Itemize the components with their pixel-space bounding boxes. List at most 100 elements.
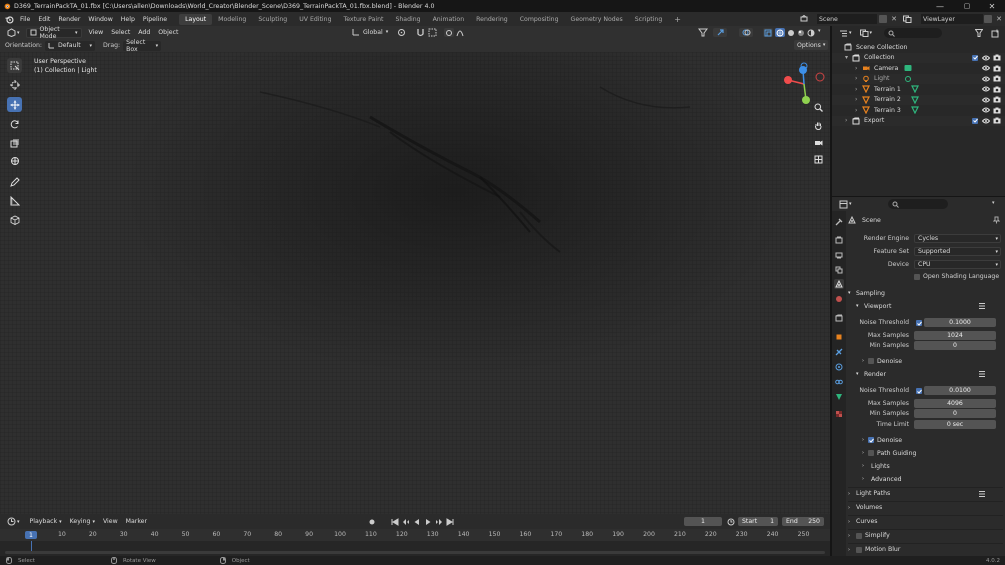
minimize-button[interactable]: — [928, 0, 952, 12]
workspace-tab-sculpting[interactable]: Sculpting [252, 14, 293, 25]
play-icon[interactable] [423, 518, 433, 526]
snap-target-icon[interactable] [427, 28, 439, 37]
data-tab-icon[interactable] [834, 392, 844, 402]
outliner-row-terrain-3[interactable]: › Terrain 3 [832, 105, 1005, 116]
vp-denoise-checkbox[interactable] [868, 358, 874, 364]
vp-noise-threshold-field[interactable]: 0.1000 [924, 318, 996, 327]
gizmo-neg-x-axis[interactable] [815, 72, 825, 82]
feature-set-dropdown[interactable]: Supported ▾ [914, 247, 1001, 256]
frame-ruler[interactable]: 1 10 20 30 40 50 60 70 80 90 100 110 120 130 140 150 16… [0, 529, 830, 541]
path-guiding-subpanel[interactable]: › Path Guiding [862, 447, 1002, 459]
r-min-samples-field[interactable]: 0 [914, 409, 996, 418]
drag-dropdown[interactable]: Select Box ▾ [123, 39, 162, 53]
editor-type-button[interactable]: ▾ [4, 28, 23, 38]
menu-window[interactable]: Window [84, 12, 116, 26]
osl-checkbox[interactable]: Open Shading Language [914, 272, 999, 281]
marker-menu[interactable]: Marker [123, 517, 150, 527]
gizmo-z-axis[interactable] [799, 66, 807, 74]
keying-menu[interactable]: Keying ▾ [67, 517, 98, 527]
render-tab-icon[interactable] [834, 235, 844, 245]
new-scene-icon[interactable] [879, 15, 887, 23]
vp-min-samples-field[interactable]: 0 [914, 341, 996, 350]
render-engine-dropdown[interactable]: Cycles ▾ [914, 234, 1001, 243]
r-denoise-subpanel[interactable]: › Denoise [862, 434, 1002, 446]
display-mode-button[interactable]: ▾ [857, 28, 876, 38]
blender-menu-icon[interactable] [2, 15, 16, 24]
outliner-row-scene-collection[interactable]: Scene Collection [832, 42, 1005, 53]
presets-list-icon[interactable] [978, 370, 986, 378]
delete-scene-icon[interactable]: ✕ [890, 15, 898, 23]
workspace-tab-uv-editing[interactable]: UV Editing [293, 14, 337, 25]
simplify-checkbox[interactable] [856, 532, 862, 539]
rendered-shading-icon[interactable] [806, 28, 816, 37]
eye-icon[interactable] [982, 55, 990, 61]
outliner-row-terrain-2[interactable]: › Terrain 2 [832, 94, 1005, 105]
r-noise-threshold-checkbox[interactable] [916, 388, 922, 394]
vp-denoise-subpanel[interactable]: › Denoise [862, 355, 1002, 367]
filter-icon[interactable] [974, 28, 984, 38]
playhead-frame-indicator[interactable]: 1 [25, 531, 37, 539]
jump-start-icon[interactable] [390, 517, 400, 526]
modifier-tab-icon[interactable] [834, 347, 844, 357]
chevron-right-icon[interactable]: › [855, 75, 857, 82]
annotate-tool[interactable] [7, 174, 22, 189]
properties-options-chevron-icon[interactable]: ▾ [992, 200, 995, 206]
r-denoise-checkbox[interactable] [868, 437, 874, 443]
eye-icon[interactable] [982, 118, 990, 124]
scene-tab-icon[interactable] [834, 279, 844, 289]
physics-tab-icon[interactable] [834, 362, 844, 372]
gizmo-x-axis[interactable] [784, 76, 792, 84]
device-dropdown[interactable]: CPU ▾ [914, 260, 1001, 269]
properties-editor-type-button[interactable]: ▾ [836, 199, 855, 209]
camera-render-icon[interactable] [993, 96, 1001, 103]
chevron-right-icon[interactable]: › [855, 65, 857, 72]
outliner-search-input[interactable] [884, 28, 942, 38]
mesh-data-icon[interactable] [911, 96, 919, 104]
presets-list-icon[interactable] [978, 302, 986, 310]
motion-blur-checkbox[interactable] [856, 546, 862, 553]
new-view-layer-icon[interactable] [984, 15, 992, 23]
eye-icon[interactable] [982, 86, 990, 92]
menu-add[interactable]: Add [135, 28, 153, 38]
current-frame-field[interactable]: 1 [684, 517, 722, 526]
view-layer-tab-icon[interactable] [834, 265, 844, 275]
jump-keyframe-back-icon[interactable] [401, 518, 411, 526]
shading-options-chevron-icon[interactable]: ▾ [818, 28, 821, 34]
exclude-checkbox[interactable] [972, 117, 978, 124]
outliner-row-export[interactable]: › Export [832, 115, 1005, 126]
transform-orientation-dropdown[interactable]: Global ▾ [349, 27, 391, 37]
advanced-subpanel[interactable]: › Advanced [862, 473, 1002, 485]
timeline-scrollbar[interactable] [5, 551, 825, 554]
chevron-down-icon[interactable]: ▾ [845, 54, 848, 61]
pan-view-button[interactable] [812, 119, 825, 132]
mode-dropdown[interactable]: Object Mode ▾ [25, 26, 82, 40]
output-tab-icon[interactable] [834, 250, 844, 260]
ortho-toggle-button[interactable] [812, 153, 825, 166]
camera-render-icon[interactable] [993, 86, 1001, 93]
render-subpanel-header[interactable]: ▾ Render [856, 368, 1003, 380]
scene-name-field[interactable]: Scene [817, 14, 877, 24]
proportional-editing-icon[interactable] [444, 28, 454, 37]
timeline-editor-type-button[interactable]: ▾ [4, 517, 23, 527]
gizmo-toggle-icon[interactable] [713, 28, 727, 37]
world-tab-icon[interactable] [834, 294, 844, 304]
wireframe-shading-icon[interactable] [775, 28, 785, 37]
outliner-row-camera[interactable]: › Camera [832, 63, 1005, 74]
record-keyframe-icon[interactable] [367, 517, 376, 526]
menu-view[interactable]: View [86, 28, 107, 38]
outliner-editor-type-button[interactable]: ▾ [836, 28, 855, 38]
timeline-view-menu[interactable]: View [100, 517, 121, 527]
scene-selector[interactable]: Scene [800, 14, 877, 24]
motion-blur-panel[interactable]: › Motion Blur [848, 543, 1003, 555]
delete-view-layer-icon[interactable]: ✕ [995, 15, 1003, 23]
simplify-panel[interactable]: › Simplify [848, 529, 1003, 541]
osl-checkbox-box[interactable] [914, 273, 920, 280]
camera-data-icon[interactable] [904, 64, 912, 72]
pivot-point-icon[interactable] [396, 28, 406, 37]
outliner-row-collection[interactable]: ▾ Collection [832, 52, 1005, 63]
editor-splitter-vertical[interactable] [830, 26, 832, 556]
camera-render-icon[interactable] [993, 65, 1001, 72]
light-paths-panel[interactable]: › Light Paths [848, 487, 1003, 499]
tool-tab-icon[interactable] [834, 217, 844, 227]
play-reverse-icon[interactable] [412, 518, 422, 526]
